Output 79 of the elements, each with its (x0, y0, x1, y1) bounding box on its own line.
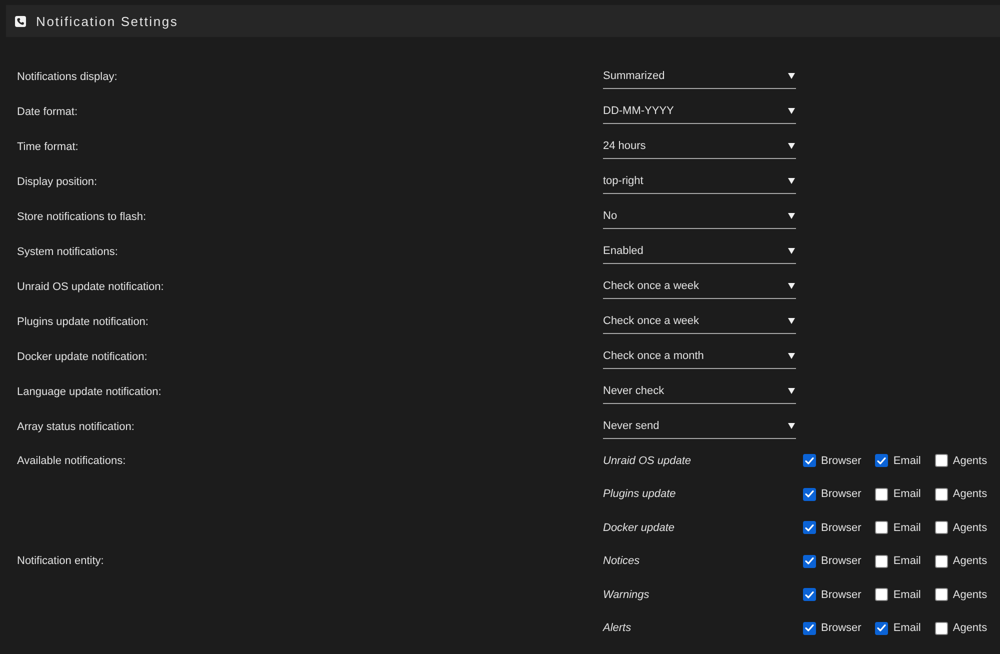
dropdown[interactable]: Never check (603, 379, 796, 404)
checkbox[interactable] (934, 622, 948, 635)
notification-type: Docker update (603, 522, 676, 534)
checkbox[interactable] (875, 454, 888, 468)
caret-icon (788, 423, 795, 429)
setting-label: Plugins update notification: (17, 316, 148, 328)
checkbox[interactable] (803, 622, 816, 635)
checkbox[interactable] (875, 488, 888, 501)
notification-type: Unraid OS update (603, 454, 692, 467)
caret-icon (788, 213, 795, 219)
checkbox-label[interactable]: Email (893, 555, 921, 568)
setting-label: Docker update notification: (17, 350, 148, 362)
notification-type: Warnings (603, 588, 650, 601)
checkbox-label[interactable]: Agents (952, 622, 988, 634)
setting-label: Array status notification: (17, 420, 134, 432)
checkbox[interactable] (875, 521, 888, 534)
checkbox[interactable] (934, 488, 948, 501)
checkbox[interactable] (803, 454, 816, 468)
dropdown[interactable]: Check once a week (603, 274, 796, 299)
checkbox[interactable] (803, 588, 816, 602)
section-title: Notification Settings (36, 14, 178, 28)
checkbox-label[interactable]: Email (893, 622, 921, 634)
setting-label: System notifications: (17, 246, 118, 258)
notification-type: Notices (603, 555, 641, 568)
caret-icon (788, 353, 795, 359)
checkbox-label[interactable]: Email (893, 488, 921, 500)
dropdown[interactable]: Check once a month (603, 344, 796, 369)
checkbox-label[interactable]: Browser (821, 555, 862, 568)
caret-icon (788, 108, 795, 114)
dropdown[interactable]: 24 hours (603, 134, 796, 159)
checkbox[interactable] (803, 554, 816, 568)
dropdown[interactable]: top-right (603, 169, 796, 194)
checkbox-label[interactable]: Email (893, 588, 921, 601)
checkbox[interactable] (934, 588, 948, 602)
checkbox-label[interactable]: Browser (821, 522, 862, 534)
setting-label: Date format: (17, 106, 78, 118)
checkbox-label[interactable]: Email (893, 522, 921, 534)
caret-icon (788, 388, 795, 394)
notification-type: Alerts (603, 622, 632, 634)
checkbox-label[interactable]: Agents (952, 588, 988, 601)
checkbox-label[interactable]: Email (893, 454, 921, 467)
checkbox[interactable] (934, 554, 948, 568)
checkbox-label[interactable]: Browser (821, 622, 862, 634)
setting-label: Language update notification: (17, 386, 162, 398)
dropdown[interactable]: Summarized (603, 64, 796, 89)
checkbox[interactable] (875, 554, 888, 568)
setting-label: Display position: (17, 176, 98, 188)
checkbox[interactable] (934, 521, 948, 534)
caret-icon (788, 318, 795, 324)
caret-icon (788, 73, 795, 79)
checkbox[interactable] (934, 454, 948, 468)
dropdown[interactable]: Check once a week (603, 309, 796, 334)
checkbox-label[interactable]: Agents (952, 555, 988, 568)
caret-icon (788, 248, 795, 254)
caret-icon (788, 283, 795, 289)
dropdown[interactable]: No (603, 204, 796, 229)
checkbox-label[interactable]: Agents (952, 454, 988, 467)
setting-label: Notifications display: (17, 70, 118, 82)
caret-icon (788, 178, 795, 184)
caret-icon (788, 143, 795, 149)
checkbox-label[interactable]: Browser (821, 588, 862, 601)
checkbox[interactable] (875, 588, 888, 602)
setting-label: Store notifications to flash: (17, 210, 146, 222)
checkbox-label[interactable]: Browser (821, 488, 862, 500)
notification-type: Plugins update (603, 488, 677, 500)
dropdown[interactable]: Enabled (603, 239, 796, 264)
dropdown[interactable]: DD-MM-YYYY (603, 99, 796, 124)
checkbox[interactable] (803, 488, 816, 501)
checkbox-label[interactable]: Browser (821, 454, 862, 467)
setting-label: Available notifications: (17, 454, 126, 467)
checkbox[interactable] (875, 622, 888, 635)
setting-label: Notification entity: (17, 555, 104, 568)
checkbox[interactable] (803, 521, 816, 534)
setting-label: Time format: (17, 140, 78, 152)
phone-icon (15, 16, 26, 26)
checkbox-label[interactable]: Agents (952, 488, 988, 500)
dropdown[interactable]: Never send (603, 414, 796, 439)
checkbox-label[interactable]: Agents (952, 522, 988, 534)
setting-label: Unraid OS update notification: (17, 280, 164, 292)
